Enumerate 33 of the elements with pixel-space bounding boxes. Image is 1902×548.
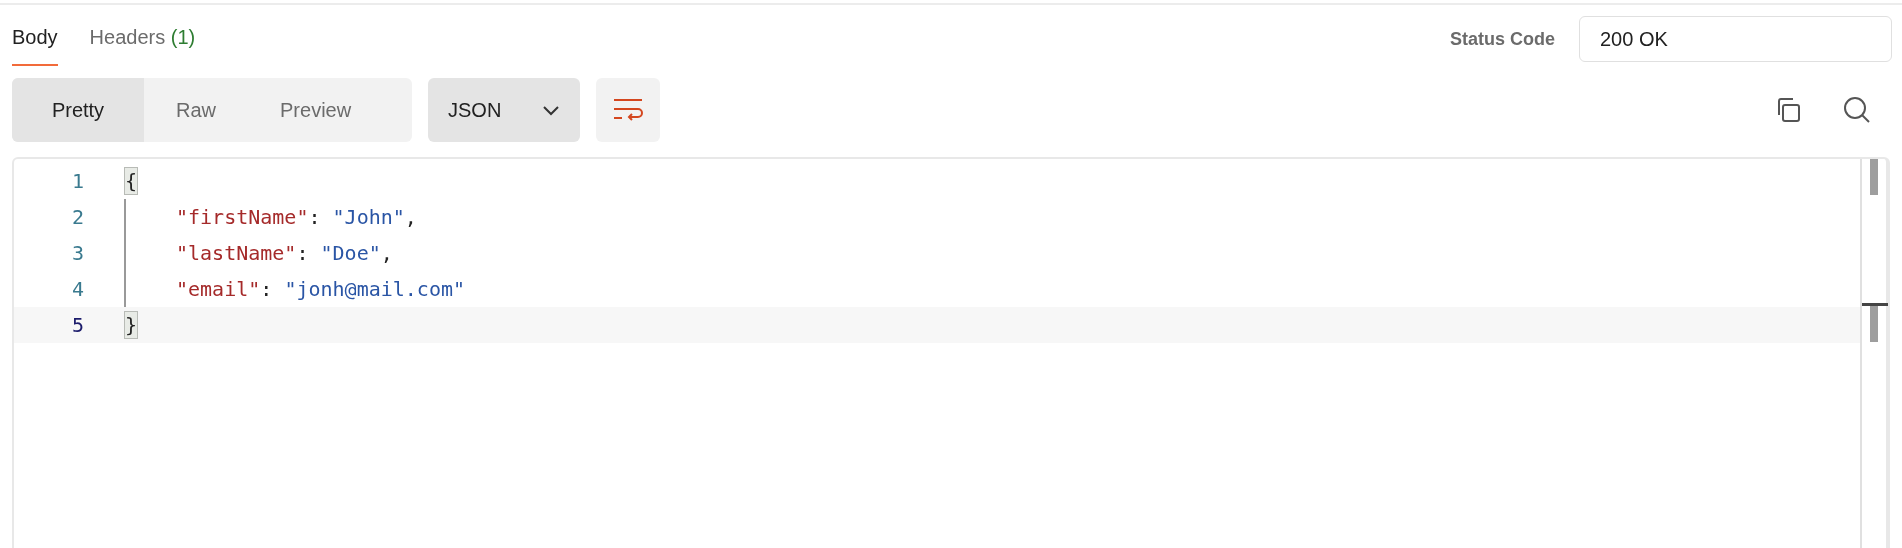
line-number: 3 (70, 240, 84, 267)
punctuation: : (308, 204, 322, 231)
json-key: "lastName" (176, 238, 297, 268)
scroll-marker (1862, 303, 1888, 306)
wrap-lines-icon (612, 97, 644, 123)
wrap-lines-button[interactable] (596, 78, 660, 142)
json-key: "firstName" (176, 202, 309, 232)
scrollbar-thumb[interactable] (1870, 306, 1878, 342)
status-code-label: Status Code (1450, 27, 1555, 51)
punctuation: : (296, 240, 310, 267)
view-mode-tab[interactable]: Raw (144, 78, 248, 142)
bracket: } (124, 311, 139, 339)
tab[interactable]: Body (12, 22, 58, 66)
punctuation: , (380, 240, 393, 267)
view-mode-tab[interactable]: Preview (248, 78, 384, 142)
punctuation: : (260, 276, 274, 303)
scrollbar-thumb[interactable] (1870, 159, 1878, 195)
json-value: "Doe" (320, 240, 381, 267)
search-icon[interactable] (1842, 95, 1872, 125)
line-number: 5 (70, 312, 84, 339)
line-number: 4 (70, 276, 84, 303)
json-key: "email" (176, 274, 261, 304)
json-value: "jonh@mail.com" (284, 276, 465, 303)
view-mode-tab[interactable]: Pretty (12, 78, 144, 142)
status-code-field: 200 OK (1579, 16, 1892, 62)
line-number: 1 (70, 168, 84, 195)
chevron-down-icon (542, 104, 560, 116)
format-dropdown[interactable]: JSON (428, 78, 580, 142)
json-value: "John" (332, 204, 405, 231)
tab[interactable]: Headers (1) (89, 22, 196, 66)
line-number: 2 (70, 204, 84, 231)
punctuation: , (404, 204, 417, 231)
bracket: { (124, 167, 139, 195)
